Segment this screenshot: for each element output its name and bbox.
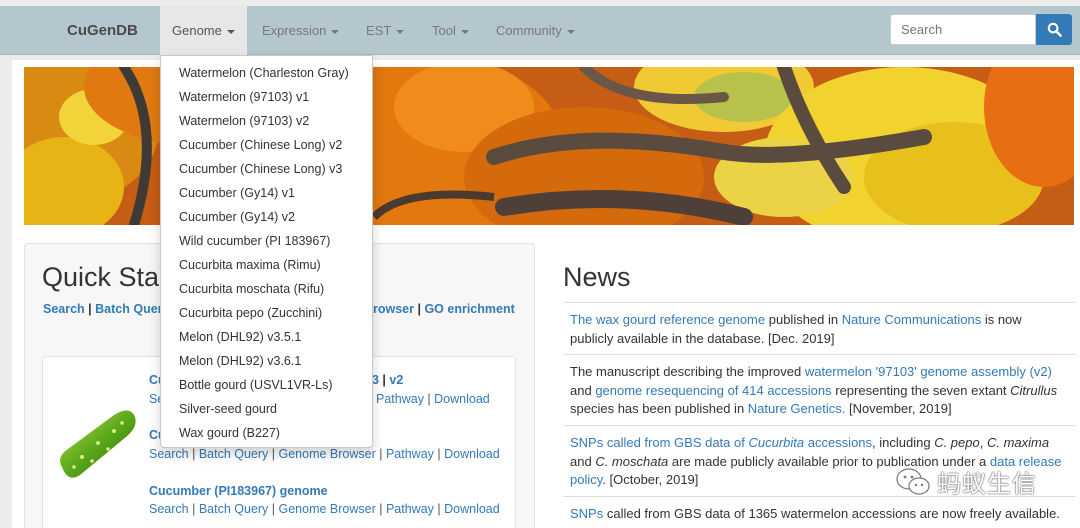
dropdown-item-cucurbita-pepo[interactable]: Cucurbita pepo (Zucchini) bbox=[161, 301, 372, 325]
genome-1-version-v2[interactable]: v2 bbox=[389, 373, 403, 387]
news-title: News bbox=[563, 262, 631, 292]
brand-logo[interactable]: CuGenDB bbox=[67, 6, 138, 55]
nav-genome-label: Genome bbox=[172, 23, 222, 38]
genome-2-browser-link[interactable]: Genome Browser bbox=[279, 447, 376, 461]
nav-tool-label: Tool bbox=[432, 23, 456, 38]
news-2-text-d: species has been published in bbox=[570, 401, 748, 416]
dropdown-item-watermelon-charleston-gray[interactable]: Watermelon (Charleston Gray) bbox=[161, 61, 372, 85]
genome-title-3[interactable]: Cucumber (PI183967) genome bbox=[149, 484, 328, 498]
dropdown-item-watermelon-97103-v1[interactable]: Watermelon (97103) v1 bbox=[161, 85, 372, 109]
genome-1-version-v1[interactable]: 3 bbox=[372, 373, 379, 387]
news-3-italic-moschata: C. moschata bbox=[595, 453, 669, 469]
genome-3-search-link[interactable]: Search bbox=[149, 502, 189, 516]
news-3-link-italic: Cucurbita bbox=[748, 435, 805, 450]
genome-2-links: Search | Batch Query | Genome Browser | … bbox=[149, 447, 500, 461]
search-input[interactable] bbox=[890, 14, 1036, 45]
news-3-text-b: , bbox=[979, 435, 987, 450]
news-item-2: The manuscript describing the improved w… bbox=[563, 354, 1075, 419]
genome-2-pathway-link[interactable]: Pathway bbox=[386, 447, 434, 461]
caret-down-icon bbox=[226, 29, 235, 34]
caret-down-icon bbox=[331, 29, 340, 34]
qs-search-link[interactable]: Search bbox=[43, 302, 85, 316]
dropdown-item-bottle-gourd[interactable]: Bottle gourd (USVL1VR-Ls) bbox=[161, 373, 372, 397]
news-1-text-a: published in bbox=[765, 312, 842, 327]
cucumber-image bbox=[60, 410, 136, 478]
search-icon bbox=[1047, 22, 1062, 37]
quick-start-links: Search | Batch Quer bbox=[43, 302, 163, 316]
dropdown-item-cucumber-chinese-long-v3[interactable]: Cucumber (Chinese Long) v3 bbox=[161, 157, 372, 181]
nav-community[interactable]: Community bbox=[484, 6, 587, 55]
watermark: 蚂蚁生信 bbox=[895, 464, 1037, 499]
wechat-icon bbox=[896, 467, 930, 495]
genome-title-1-versions: 3 | v2 bbox=[372, 373, 404, 387]
news-2-link-assembly[interactable]: watermelon '97103' genome assembly (v2) bbox=[805, 364, 1052, 379]
nav-community-label: Community bbox=[496, 23, 562, 38]
nav-expression-label: Expression bbox=[262, 23, 327, 38]
genome-1-download-link[interactable]: Download bbox=[434, 392, 490, 406]
genome-1-links-right: Pathway | Download bbox=[376, 392, 490, 406]
nav-est-label: EST bbox=[366, 23, 392, 38]
genome-dropdown-menu: Watermelon (Charleston Gray) Watermelon … bbox=[160, 55, 373, 448]
quick-start-title: Quick Sta bbox=[42, 262, 160, 292]
news-3-text-a: , including bbox=[872, 435, 935, 450]
quick-start-links-right: rowser | GO enrichment bbox=[373, 302, 515, 316]
news-1-link-wax-gourd[interactable]: The wax gourd reference genome bbox=[570, 312, 765, 327]
news-2-text-b: and bbox=[570, 382, 596, 398]
caret-down-icon bbox=[460, 29, 469, 34]
news-1-link-journal[interactable]: Nature Communications bbox=[842, 312, 981, 327]
dropdown-item-cucurbita-moschata[interactable]: Cucurbita moschata (Rifu) bbox=[161, 277, 372, 301]
news-3-italic-pepo: C. pepo bbox=[934, 435, 980, 450]
dropdown-item-melon-v361[interactable]: Melon (DHL92) v3.6.1 bbox=[161, 349, 372, 373]
genome-3-browser-link[interactable]: Genome Browser bbox=[279, 502, 376, 516]
genome-2-search-link[interactable]: Search bbox=[149, 447, 189, 461]
news-3-text-e: . [October, 2019] bbox=[602, 472, 699, 487]
dropdown-item-cucurbita-maxima[interactable]: Cucurbita maxima (Rimu) bbox=[161, 253, 372, 277]
news-item-1: The wax gourd reference genome published… bbox=[563, 302, 1075, 348]
news-2-italic-citrullus: Citrullus bbox=[1010, 382, 1058, 398]
search-button[interactable] bbox=[1036, 14, 1072, 45]
genome-2-download-link[interactable]: Download bbox=[444, 447, 500, 461]
watermark-text: 蚂蚁生信 bbox=[937, 471, 1037, 498]
qs-batch-query-link[interactable]: Batch Quer bbox=[95, 302, 162, 316]
genome-3-pathway-link[interactable]: Pathway bbox=[386, 502, 434, 516]
qs-genome-browser-link[interactable]: rowser bbox=[373, 302, 414, 316]
qs-go-enrichment-link[interactable]: GO enrichment bbox=[424, 302, 514, 316]
dropdown-item-cucumber-gy14-v2[interactable]: Cucumber (Gy14) v2 bbox=[161, 205, 372, 229]
dropdown-item-watermelon-97103-v2[interactable]: Watermelon (97103) v2 bbox=[161, 109, 372, 133]
dropdown-item-wild-cucumber[interactable]: Wild cucumber (PI 183967) bbox=[161, 229, 372, 253]
nav-genome[interactable]: Genome bbox=[160, 6, 247, 55]
caret-down-icon bbox=[396, 29, 405, 34]
dropdown-item-silver-seed-gourd[interactable]: Silver-seed gourd bbox=[161, 397, 372, 421]
news-3-link-text-a: SNPs called from GBS data of bbox=[570, 435, 749, 450]
dropdown-item-melon-v351[interactable]: Melon (DHL92) v3.5.1 bbox=[161, 325, 372, 349]
news-2-link-journal[interactable]: Nature Genetics. bbox=[748, 401, 846, 416]
dropdown-item-wax-gourd[interactable]: Wax gourd (B227) bbox=[161, 421, 372, 445]
news-item-4: SNPs called from GBS data of 1365 waterm… bbox=[563, 496, 1075, 524]
dropdown-item-cucumber-gy14-v1[interactable]: Cucumber (Gy14) v1 bbox=[161, 181, 372, 205]
news-3-italic-maxima: C. maxima bbox=[986, 435, 1050, 450]
nav-expression[interactable]: Expression bbox=[250, 6, 351, 55]
news-3-link-text-b: accessions bbox=[804, 435, 873, 450]
news-4-text-a: called from GBS data of 1365 watermelon … bbox=[603, 506, 1060, 521]
news-2-text-c: representing the seven extant bbox=[831, 382, 1011, 398]
genome-3-links: Search | Batch Query | Genome Browser | … bbox=[149, 502, 500, 516]
news-4-link-snps[interactable]: SNPs bbox=[570, 506, 603, 521]
nav-tool[interactable]: Tool bbox=[420, 6, 481, 55]
caret-down-icon bbox=[566, 29, 575, 34]
news-3-text-c: and bbox=[570, 453, 596, 469]
genome-2-batch-query-link[interactable]: Batch Query bbox=[199, 447, 268, 461]
news-2-text-a: The manuscript describing the improved bbox=[570, 364, 805, 379]
news-3-link-snps[interactable]: SNPs called from GBS data of Cucurbita a… bbox=[570, 435, 872, 450]
genome-3-download-link[interactable]: Download bbox=[444, 502, 500, 516]
top-navbar: CuGenDB Genome Expression EST Tool Commu… bbox=[0, 6, 1080, 55]
genome-3-batch-query-link[interactable]: Batch Query bbox=[199, 502, 268, 516]
news-2-text-e: [November, 2019] bbox=[845, 401, 952, 416]
news-2-link-resequencing[interactable]: genome resequencing of 414 accessions bbox=[595, 383, 831, 398]
dropdown-item-cucumber-chinese-long-v2[interactable]: Cucumber (Chinese Long) v2 bbox=[161, 133, 372, 157]
genome-1-pathway-link[interactable]: Pathway bbox=[376, 392, 424, 406]
nav-est[interactable]: EST bbox=[354, 6, 416, 55]
